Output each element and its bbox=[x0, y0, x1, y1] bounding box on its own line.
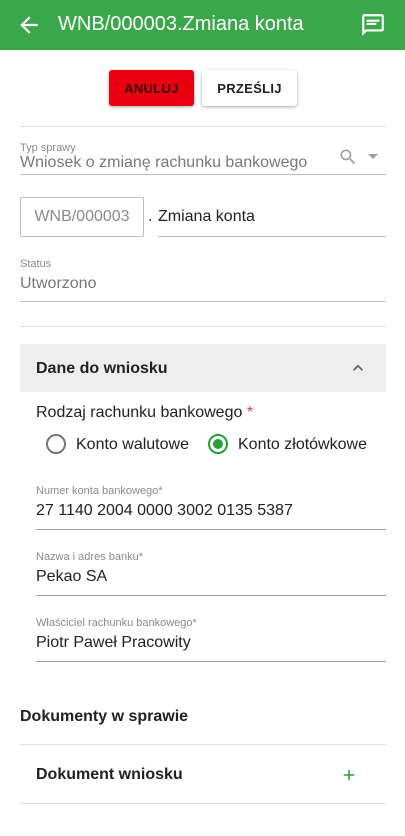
bank-underline bbox=[36, 595, 386, 596]
case-type-select[interactable]: Wniosek o zmianę rachunku bankowego bbox=[20, 154, 307, 172]
account-type-text: Rodzaj rachunku bankowego bbox=[36, 404, 243, 421]
search-icon[interactable] bbox=[338, 147, 358, 167]
cancel-button[interactable]: ANULUJ bbox=[109, 70, 194, 106]
owner-underline bbox=[36, 661, 386, 662]
account-number-input[interactable]: 27 1140 2004 0000 3002 0135 5387 bbox=[36, 502, 293, 520]
arrow-back-icon[interactable] bbox=[16, 12, 42, 38]
radio-foreign-currency[interactable] bbox=[46, 434, 66, 454]
panel-header[interactable]: Dane do wniosku bbox=[20, 344, 386, 392]
case-number-field: WNB/000003 bbox=[20, 197, 144, 237]
account-type-label: Rodzaj rachunku bankowego * bbox=[36, 404, 253, 422]
message-icon[interactable] bbox=[360, 12, 386, 38]
radio-dot bbox=[213, 439, 223, 449]
required-mark: * bbox=[246, 404, 254, 421]
radio-pln[interactable] bbox=[208, 434, 228, 454]
divider bbox=[20, 326, 386, 327]
status-underline bbox=[20, 301, 386, 302]
owner-label: Właściciel rachunku bankowego* bbox=[36, 617, 197, 629]
divider bbox=[20, 803, 386, 804]
status-label: Status bbox=[20, 258, 52, 270]
page-title: WNB/000003.Zmiana konta bbox=[58, 13, 304, 35]
dropdown-icon[interactable] bbox=[368, 154, 378, 159]
divider bbox=[20, 126, 386, 127]
panel-title: Dane do wniosku bbox=[36, 360, 168, 377]
plus-icon[interactable] bbox=[340, 766, 358, 784]
owner-input[interactable]: Piotr Paweł Pracowity bbox=[36, 634, 191, 652]
chevron-up-icon[interactable] bbox=[348, 358, 368, 378]
account-number-label: Numer konta bankowego* bbox=[36, 485, 163, 497]
radio-foreign-currency-label[interactable]: Konto walutowe bbox=[76, 436, 189, 454]
case-name-input[interactable]: Zmiana konta bbox=[158, 208, 255, 226]
send-button[interactable]: PRZEŚLIJ bbox=[202, 70, 297, 106]
case-type-label: Typ sprawy bbox=[20, 142, 76, 154]
number-separator: . bbox=[148, 208, 153, 225]
case-name-underline bbox=[158, 236, 386, 237]
status-value: Utworzono bbox=[20, 275, 97, 292]
bank-input[interactable]: Pekao SA bbox=[36, 568, 107, 586]
bank-label: Nazwa i adres banku* bbox=[36, 551, 144, 563]
radio-pln-label[interactable]: Konto złotówkowe bbox=[238, 436, 367, 454]
account-number-underline bbox=[36, 529, 386, 530]
document-item-label[interactable]: Dokument wniosku bbox=[36, 766, 183, 784]
divider bbox=[20, 744, 386, 745]
app-bar: WNB/000003.Zmiana konta bbox=[0, 0, 405, 50]
case-type-underline bbox=[20, 174, 386, 175]
documents-section-title: Dokumenty w sprawie bbox=[20, 708, 189, 725]
